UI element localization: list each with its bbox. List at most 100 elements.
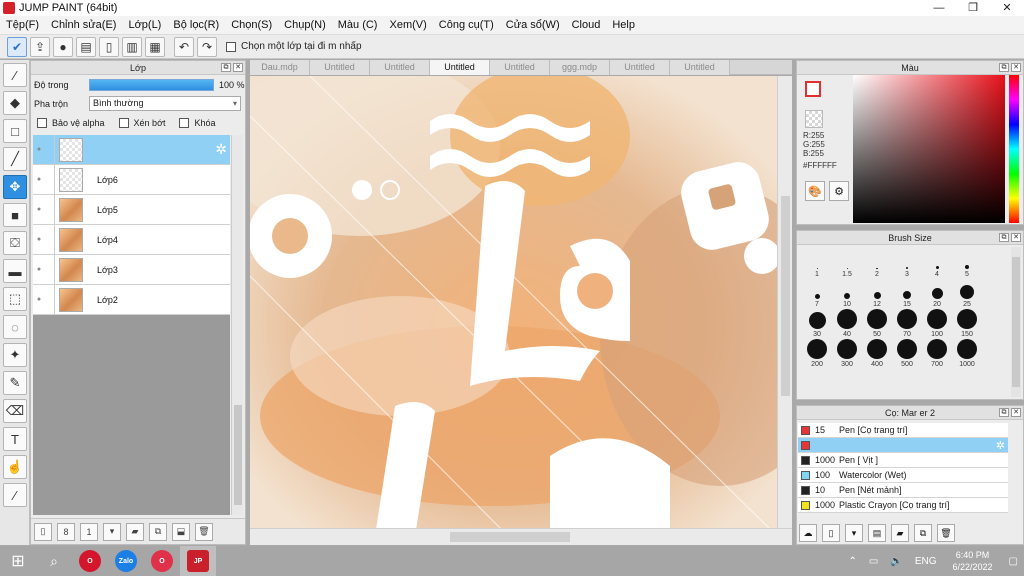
brush-size-option[interactable]: 40 — [832, 309, 862, 339]
brush-size-option[interactable]: 150 — [952, 309, 982, 339]
visibility-toggle-icon[interactable]: ● — [33, 255, 45, 285]
notification-icon[interactable]: ▢ — [1009, 556, 1018, 567]
tab-untitled-active[interactable]: Untitled — [430, 60, 490, 75]
gear-icon[interactable]: ✲ — [215, 141, 227, 158]
restore-button[interactable]: ❐ — [956, 0, 990, 16]
menu-color[interactable]: Màu (C) — [332, 19, 384, 31]
visibility-toggle-icon[interactable]: ● — [33, 195, 45, 225]
brush-size-option[interactable]: 15 — [892, 279, 922, 309]
panel-float-icon[interactable]: ⧉ — [999, 408, 1009, 417]
brush-size-option[interactable]: 2 — [862, 249, 892, 279]
panel-close-icon[interactable]: ✕ — [1011, 63, 1021, 72]
page-icon[interactable]: ▯ — [99, 36, 119, 57]
brush-row[interactable]: 1000 Plastic Crayon [Cọ trang trí] — [798, 498, 1008, 513]
layer-row[interactable]: ● Lớp6 — [33, 164, 230, 195]
language-indicator[interactable]: ENG — [915, 556, 937, 567]
new-8bit-layer-icon[interactable]: 8 — [57, 522, 75, 541]
brush-size-option[interactable]: 300 — [832, 339, 862, 369]
magic-wand-tool-icon[interactable]: ✦ — [3, 343, 27, 367]
brush-size-option[interactable]: 10 — [832, 279, 862, 309]
new-brush-icon[interactable]: ▯ — [822, 524, 840, 542]
bucket-tool-icon[interactable]: ⛋ — [3, 231, 27, 255]
network-icon[interactable]: ▭ — [869, 556, 878, 567]
panel-close-icon[interactable]: ✕ — [1011, 233, 1021, 242]
drawing-canvas[interactable] — [250, 76, 777, 528]
palette-settings-icon[interactable]: ⚙ — [829, 181, 849, 201]
tab-untitled[interactable]: Untitled — [670, 60, 730, 75]
panel-close-icon[interactable]: ✕ — [233, 63, 243, 72]
lock-checkbox[interactable]: Khóa — [179, 118, 216, 128]
cloud-brush-icon[interactable]: ☁ — [799, 524, 817, 542]
opacity-slider[interactable] — [89, 78, 214, 91]
eyedropper-tool-icon[interactable]: ⁄ — [3, 483, 27, 507]
opera-gx-icon[interactable]: O — [144, 546, 180, 576]
brush-size-option[interactable]: 20 — [922, 279, 952, 309]
brush-size-option[interactable]: 12 — [862, 279, 892, 309]
jump-paint-taskbar-icon[interactable]: JP — [180, 546, 216, 576]
foreground-color-swatch[interactable] — [805, 81, 821, 97]
layer-row[interactable]: ● Lớp2 — [33, 284, 230, 315]
panel-float-icon[interactable]: ⧉ — [221, 63, 231, 72]
select-layer-on-click-checkbox[interactable]: Chọn một lớp tại đi m nhấp — [226, 41, 362, 52]
rectangle-tool-icon[interactable]: □ — [3, 119, 27, 143]
delete-layer-icon[interactable]: 🗑 — [195, 522, 213, 541]
brush-row[interactable]: 15 Pen [Cọ trang trí] — [798, 423, 1008, 438]
brush-size-option[interactable]: 1.5 — [832, 249, 862, 279]
brush-tool-icon[interactable]: ∕ — [3, 63, 27, 87]
menu-cloud[interactable]: Cloud — [566, 19, 607, 31]
zalo-icon[interactable]: Zalo — [108, 546, 144, 576]
new-1bit-layer-icon[interactable]: 1 — [80, 522, 98, 541]
brush-row[interactable]: 100 Watercolor (Wet) — [798, 468, 1008, 483]
opera-icon[interactable]: O — [72, 546, 108, 576]
settings-grid-icon[interactable]: ▦ — [145, 36, 165, 57]
brush-size-option[interactable]: 4 — [922, 249, 952, 279]
checkbox-box[interactable] — [226, 41, 236, 52]
brush-size-option[interactable]: 50 — [862, 309, 892, 339]
brush-row[interactable]: 1000 Pen [ Vịt ] — [798, 453, 1008, 468]
brush-size-option[interactable]: 400 — [862, 339, 892, 369]
brush-size-option[interactable]: 700 — [922, 339, 952, 369]
tab-untitled[interactable]: Untitled — [490, 60, 550, 75]
speech-bubble-icon[interactable]: ● — [53, 36, 73, 57]
delete-brush-icon[interactable]: 🗑 — [937, 524, 955, 542]
hand-tool-icon[interactable]: ☝ — [3, 455, 27, 479]
brush-size-option[interactable]: 100 — [922, 309, 952, 339]
brush-size-option[interactable]: 3 — [892, 249, 922, 279]
duplicate-layer-icon[interactable]: ⧉ — [149, 522, 167, 541]
menu-filter[interactable]: Bộ lọc(R) — [167, 19, 225, 31]
brush-page-icon[interactable]: ▤ — [868, 524, 886, 542]
tab-untitled[interactable]: Untitled — [370, 60, 430, 75]
brush-size-scrollbar[interactable] — [1011, 247, 1021, 397]
layer-row[interactable]: ● ✲ — [33, 134, 230, 165]
chevron-up-icon[interactable]: ⌃ — [849, 556, 857, 567]
transparent-color-swatch[interactable] — [805, 110, 823, 128]
text-box-icon[interactable]: ▤ — [76, 36, 96, 57]
move-tool-icon[interactable]: ✥ — [3, 175, 27, 199]
gradient-tool-icon[interactable]: ▬ — [3, 259, 27, 283]
volume-icon[interactable]: 🔈 — [890, 556, 902, 567]
folder-icon[interactable]: ▰ — [126, 522, 144, 541]
layout-icon[interactable]: ▥ — [122, 36, 142, 57]
line-tool-icon[interactable]: ╱ — [3, 147, 27, 171]
check-icon[interactable]: ✔ — [7, 36, 27, 57]
select-pen-tool-icon[interactable]: ✎ — [3, 371, 27, 395]
duplicate-brush-icon[interactable]: ⧉ — [914, 524, 932, 542]
lasso-tool-icon[interactable]: ◌ — [3, 315, 27, 339]
brush-row[interactable]: 10 Pen [Nét mảnh] — [798, 483, 1008, 498]
menu-file[interactable]: Tệp(F) — [0, 19, 45, 31]
canvas-vertical-scrollbar[interactable] — [777, 76, 792, 528]
brush-row[interactable]: ✲ — [798, 438, 1008, 453]
search-icon[interactable]: ⌕ — [36, 546, 72, 576]
clock[interactable]: 6:40 PM 6/22/2022 — [953, 549, 993, 573]
brush-size-option[interactable]: 5 — [952, 249, 982, 279]
tab-untitled[interactable]: Untitled — [310, 60, 370, 75]
brush-size-option[interactable]: 1 — [802, 249, 832, 279]
add-layer-menu-icon[interactable]: ▾ — [103, 522, 121, 541]
protect-alpha-checkbox[interactable]: Bảo vệ alpha — [37, 118, 105, 128]
select-eraser-tool-icon[interactable]: ⌫ — [3, 399, 27, 423]
brush-size-option[interactable]: 200 — [802, 339, 832, 369]
export-icon[interactable]: ⇪ — [30, 36, 50, 57]
brush-size-option[interactable]: 25 — [952, 279, 982, 309]
brush-size-option[interactable]: 1000 — [952, 339, 982, 369]
visibility-toggle-icon[interactable]: ● — [33, 165, 45, 195]
